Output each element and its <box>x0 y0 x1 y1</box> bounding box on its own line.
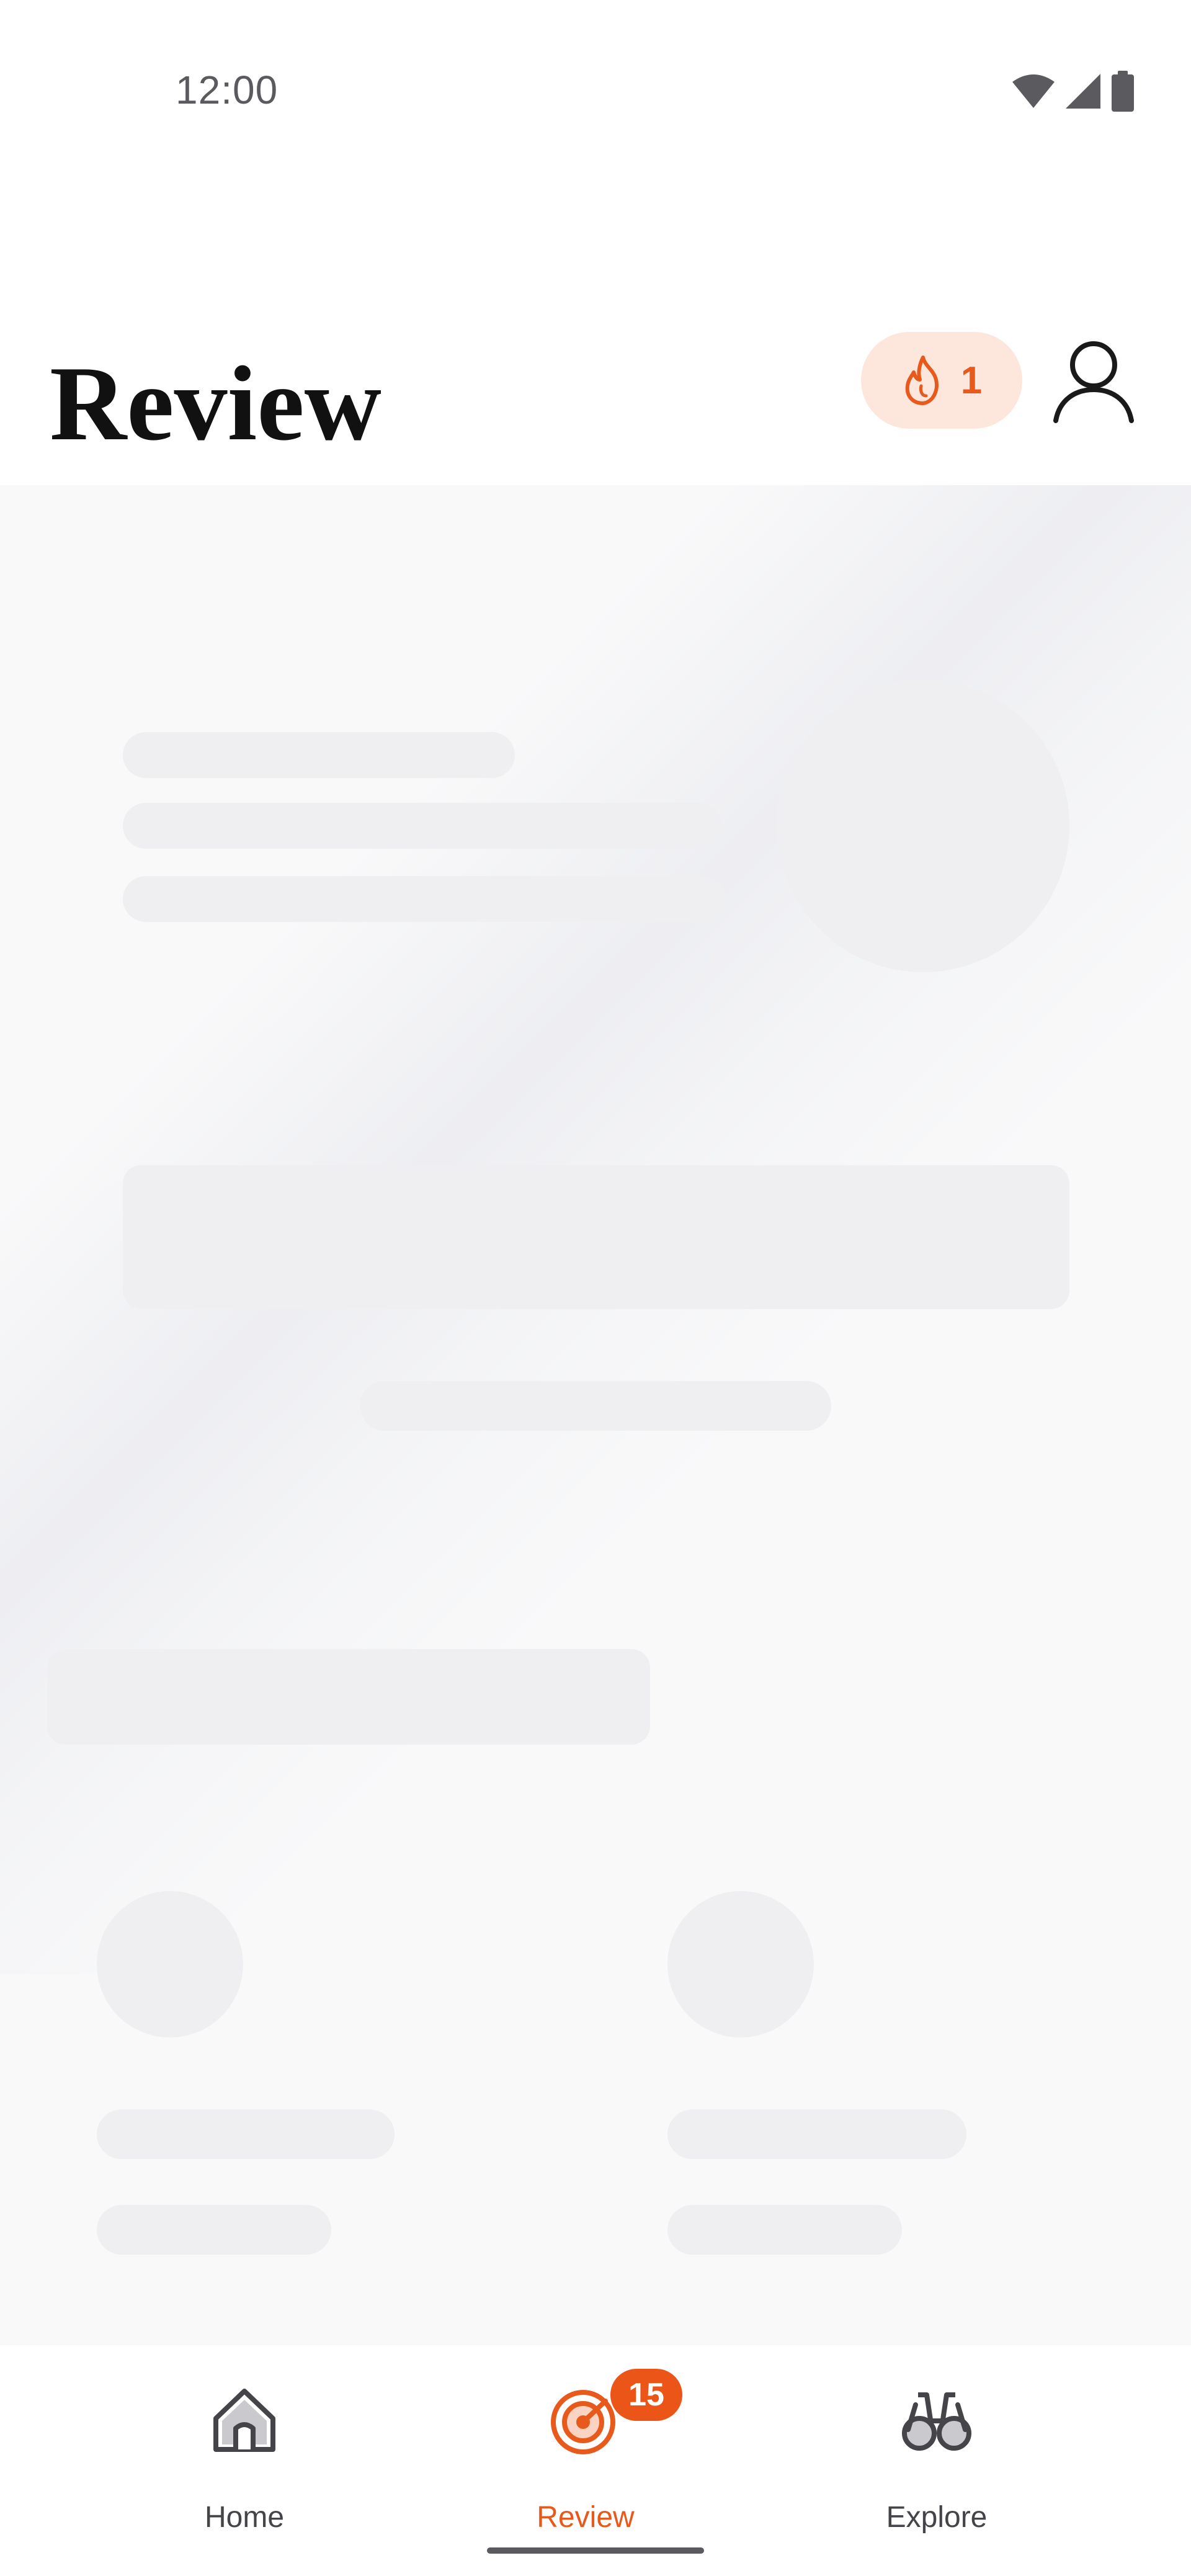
streak-badge[interactable]: 1 <box>861 332 1022 429</box>
status-icons <box>1011 69 1135 113</box>
skeleton-button <box>123 1165 1069 1309</box>
page-title: Review <box>50 345 381 463</box>
review-count-badge: 15 <box>610 2369 682 2421</box>
skeleton-line <box>123 876 726 922</box>
flame-icon <box>905 356 939 405</box>
nav-item-home[interactable]: Home <box>151 2382 337 2534</box>
user-icon <box>1053 341 1134 423</box>
status-bar: 12:00 <box>0 0 1191 186</box>
status-time: 12:00 <box>176 68 279 112</box>
home-icon <box>213 2389 275 2452</box>
skeleton-avatar <box>97 1891 243 2037</box>
skeleton-section-title <box>47 1649 650 1745</box>
app-header: Review 1 <box>0 292 1191 485</box>
binoculars-icon <box>902 2392 971 2451</box>
skeleton-line <box>360 1381 831 1431</box>
nav-label: Explore <box>886 2501 988 2534</box>
skeleton-line <box>667 2109 966 2159</box>
loading-skeleton <box>0 485 1191 2345</box>
nav-item-explore[interactable]: Explore <box>844 2382 1030 2534</box>
nav-label: Review <box>537 2501 635 2534</box>
profile-button[interactable] <box>1048 335 1139 426</box>
battery-icon <box>1112 71 1134 112</box>
skeleton-line <box>123 803 722 849</box>
skeleton-avatar <box>667 1891 814 2037</box>
review-screen: 12:00 Review 1 Home 15 Review Explore <box>0 0 1191 2576</box>
home-indicator[interactable] <box>487 2547 704 2554</box>
wifi-icon <box>1012 74 1055 108</box>
skeleton-line <box>97 2109 395 2159</box>
bottom-navigation: Home 15 Review Explore <box>0 2345 1191 2576</box>
skeleton-line <box>123 732 515 778</box>
skeleton-line <box>97 2205 331 2255</box>
skeleton-line <box>667 2205 902 2255</box>
nav-item-review[interactable]: 15 Review <box>493 2369 682 2534</box>
nav-label: Home <box>204 2501 285 2534</box>
cellular-signal-icon <box>1066 74 1100 109</box>
streak-count: 1 <box>960 359 983 402</box>
skeleton-avatar <box>777 679 1069 972</box>
